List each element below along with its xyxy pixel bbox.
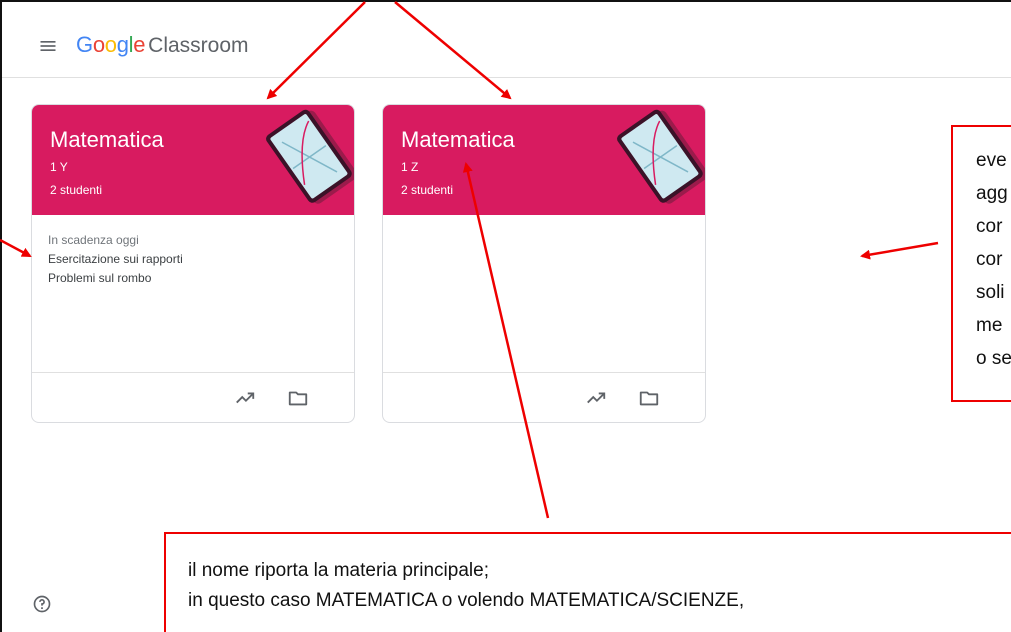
help-icon[interactable] bbox=[32, 594, 52, 614]
class-card-body bbox=[383, 215, 705, 373]
class-card-header[interactable]: Matematica 1 Y 2 studenti bbox=[32, 105, 354, 215]
google-wordmark: Google bbox=[76, 32, 146, 57]
class-card[interactable]: Matematica 1 Z 2 studenti bbox=[382, 104, 706, 423]
math-illustration bbox=[266, 109, 354, 204]
class-card[interactable]: Matematica 1 Y 2 studenti In scadenza og… bbox=[31, 104, 355, 423]
product-name: Classroom bbox=[148, 34, 249, 57]
folder-icon[interactable] bbox=[287, 387, 309, 409]
folder-icon[interactable] bbox=[638, 387, 660, 409]
trending-up-icon[interactable] bbox=[234, 387, 256, 409]
class-card-body: In scadenza oggi Esercitazione sui rappo… bbox=[32, 215, 354, 373]
due-today-label: In scadenza oggi bbox=[48, 233, 139, 247]
class-card-header[interactable]: Matematica 1 Z 2 studenti bbox=[383, 105, 705, 215]
menu-icon bbox=[40, 41, 56, 51]
annotation-note-bottom: il nome riporta la materia principale; i… bbox=[164, 532, 1011, 632]
main-menu-button[interactable] bbox=[28, 28, 68, 64]
class-section: 1 Z bbox=[401, 160, 419, 174]
assignment-link[interactable]: Esercitazione sui rapporti bbox=[48, 252, 354, 266]
student-count: 2 studenti bbox=[401, 183, 454, 197]
class-card-footer bbox=[383, 373, 705, 422]
class-title[interactable]: Matematica bbox=[401, 127, 515, 153]
math-illustration bbox=[617, 109, 705, 204]
trending-up-icon[interactable] bbox=[585, 387, 607, 409]
class-title[interactable]: Matematica bbox=[50, 127, 164, 153]
class-card-footer bbox=[32, 373, 354, 422]
student-count: 2 studenti bbox=[50, 183, 103, 197]
class-section: 1 Y bbox=[50, 160, 68, 174]
annotation-note-right: eve agg cor cor soli me o se bbox=[951, 125, 1011, 402]
top-bar: Google Classroom bbox=[2, 2, 1011, 78]
assignment-link[interactable]: Problemi sul rombo bbox=[48, 271, 354, 285]
app-logo[interactable]: Google Classroom bbox=[76, 32, 249, 58]
